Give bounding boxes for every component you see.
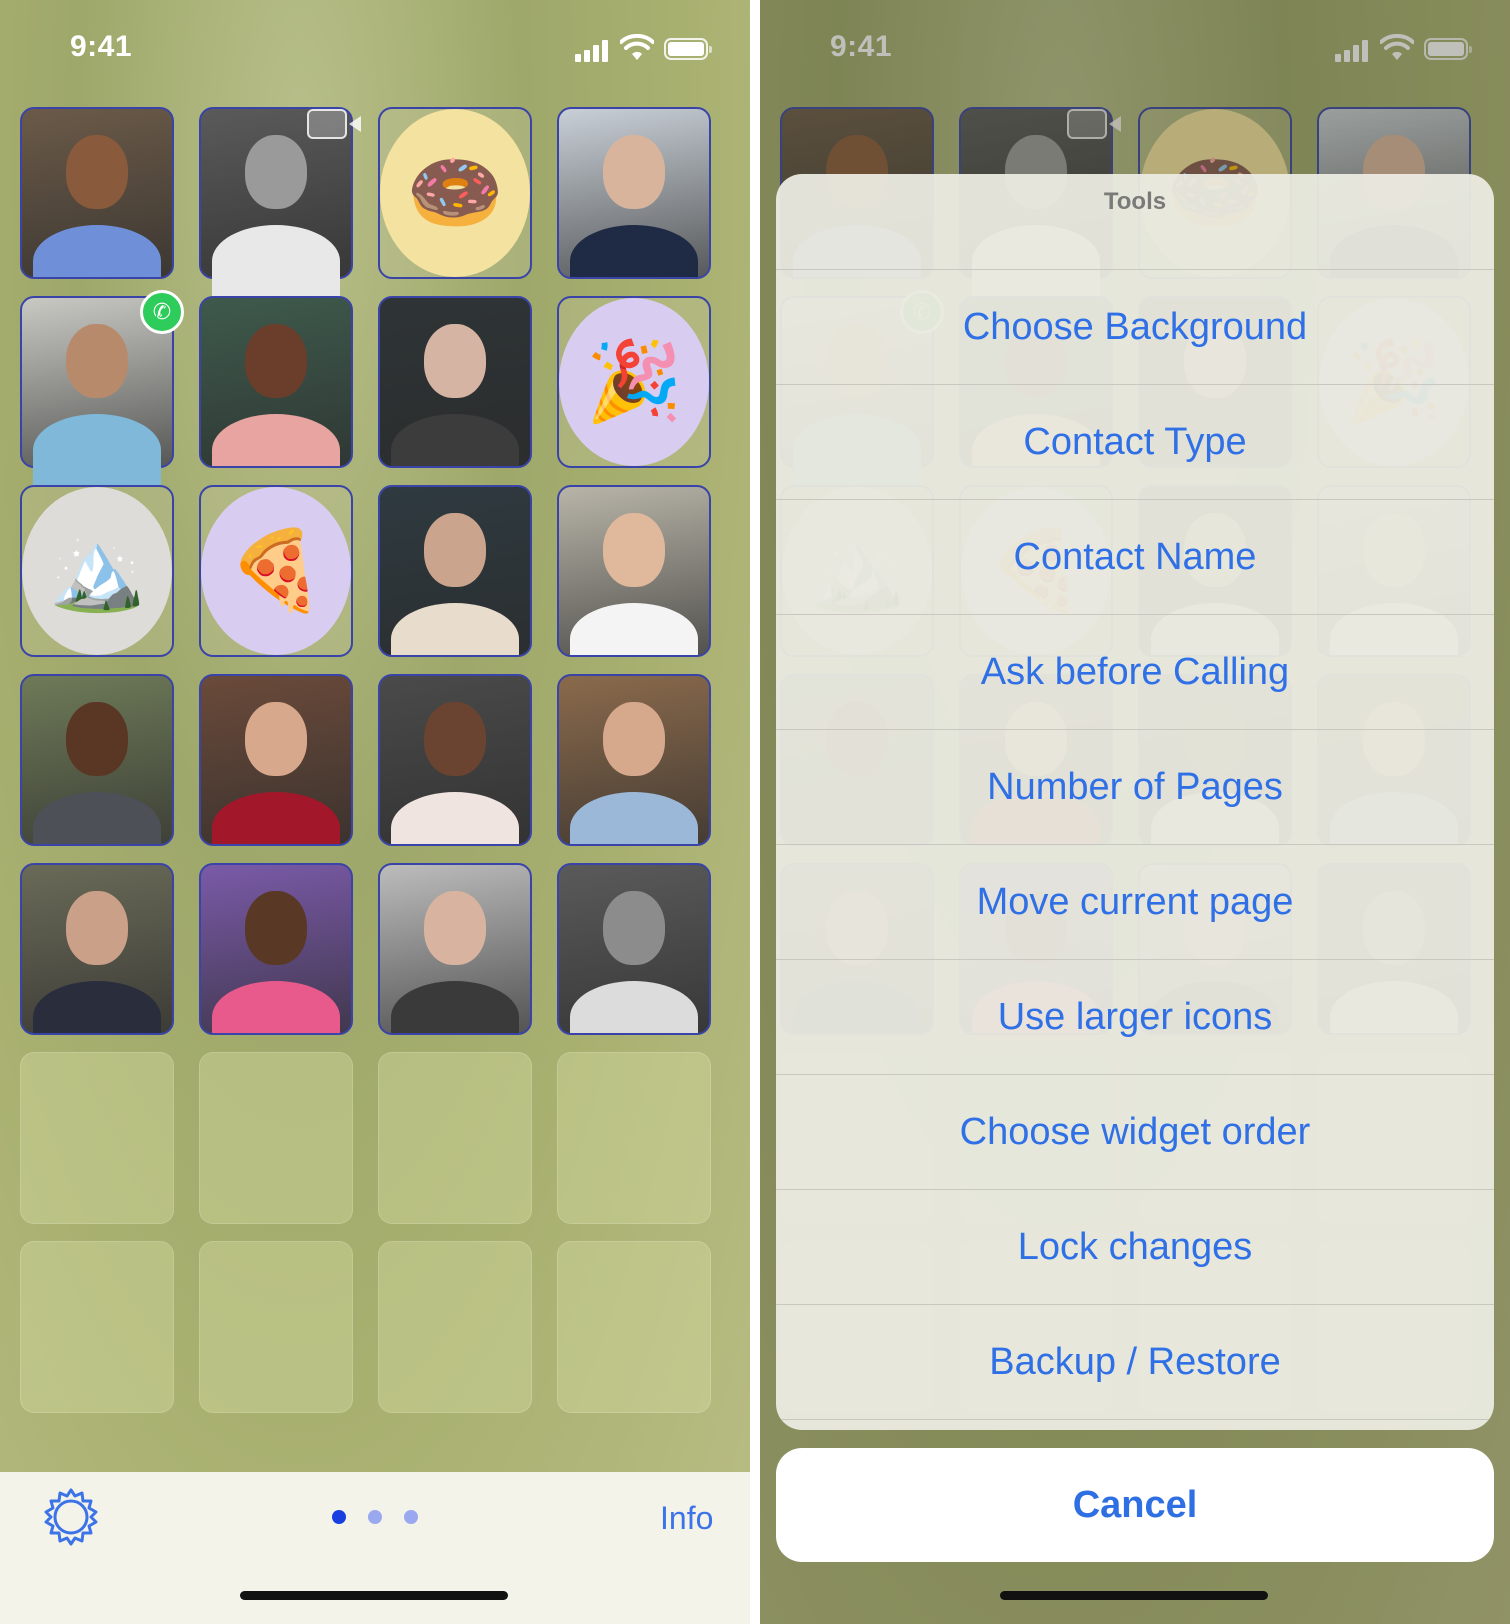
page-dot-active[interactable] xyxy=(332,1510,346,1524)
contact-avatar-body xyxy=(570,225,698,277)
contact-avatar-body xyxy=(212,414,340,466)
contact-avatar-body xyxy=(33,981,161,1033)
contact-photo-tile[interactable] xyxy=(378,485,532,657)
empty-slot-tile[interactable] xyxy=(378,1052,532,1224)
contact-photo-tile[interactable] xyxy=(557,674,711,846)
contact-emoji-tile[interactable]: 🍕 xyxy=(199,485,353,657)
contact-avatar-face xyxy=(66,891,128,965)
action-sheet-item[interactable]: Lock changes xyxy=(776,1190,1494,1305)
tools-screen: 9:41 🍩✆🎉🏔️🍕 Tools Choose BackgroundConta… xyxy=(760,0,1510,1624)
contacts-grid: 🍩 ✆ 🎉 🏔️ 🍕 xyxy=(20,107,732,1457)
contact-photo-tile[interactable] xyxy=(199,296,353,468)
contact-avatar-face xyxy=(603,135,665,209)
emoji-avatar: 🍩 xyxy=(380,109,530,277)
action-sheet-item[interactable]: Backup / Restore xyxy=(776,1305,1494,1420)
empty-slot-tile[interactable] xyxy=(199,1241,353,1413)
empty-slot-tile[interactable] xyxy=(20,1052,174,1224)
contact-avatar-body xyxy=(391,603,519,655)
contact-avatar-face xyxy=(603,702,665,776)
contact-avatar-face xyxy=(424,324,486,398)
contact-photo-tile[interactable] xyxy=(199,107,361,297)
contact-avatar-face xyxy=(245,324,307,398)
contact-photo-tile[interactable] xyxy=(20,863,174,1035)
action-sheet-items: Choose Background Contact Type Contact Nam… xyxy=(776,270,1494,1420)
contact-avatar-body xyxy=(212,792,340,844)
whatsapp-icon: ✆ xyxy=(140,290,184,334)
action-sheet-item[interactable]: Number of Pages xyxy=(776,730,1494,845)
contact-avatar-face xyxy=(424,702,486,776)
contact-avatar-body xyxy=(33,792,161,844)
contact-photo-tile[interactable] xyxy=(378,674,532,846)
contact-photo-tile[interactable] xyxy=(20,107,174,279)
cellular-signal-icon xyxy=(575,38,613,62)
contact-photo-tile[interactable] xyxy=(378,296,532,468)
empty-slot-tile[interactable] xyxy=(199,1052,353,1224)
status-bar: 9:41 xyxy=(0,0,750,100)
empty-slot-tile[interactable] xyxy=(378,1241,532,1413)
contact-emoji-tile[interactable]: 🎉 xyxy=(557,296,711,468)
contact-avatar-body xyxy=(391,792,519,844)
page-dot[interactable] xyxy=(368,1510,382,1524)
emoji-avatar: 🍕 xyxy=(201,487,351,655)
contact-photo-tile[interactable] xyxy=(557,485,711,657)
contact-avatar-face xyxy=(245,135,307,209)
wifi-icon xyxy=(620,34,654,60)
action-sheet-item[interactable]: Choose Background xyxy=(776,270,1494,385)
cancel-button[interactable]: Cancel xyxy=(776,1448,1494,1562)
contact-photo-tile[interactable]: ✆ xyxy=(20,290,184,486)
empty-slot-tile[interactable] xyxy=(557,1052,711,1224)
contact-avatar-body xyxy=(570,981,698,1033)
battery-icon xyxy=(664,38,712,60)
action-sheet-item[interactable]: Use larger icons xyxy=(776,960,1494,1075)
action-sheet-title: Tools xyxy=(776,174,1494,270)
contact-emoji-tile[interactable]: 🏔️ xyxy=(20,485,174,657)
home-indicator xyxy=(1000,1591,1268,1600)
action-sheet-item[interactable]: Choose widget order xyxy=(776,1075,1494,1190)
contact-avatar-body xyxy=(391,981,519,1033)
status-time: 9:41 xyxy=(70,30,133,63)
page-dot[interactable] xyxy=(404,1510,418,1524)
contact-avatar-body xyxy=(570,603,698,655)
tools-action-sheet: Tools Choose Background Contact Type Conta… xyxy=(776,174,1494,1430)
contact-photo-tile[interactable] xyxy=(199,863,353,1035)
emoji-avatar: 🎉 xyxy=(559,298,709,466)
home-indicator xyxy=(240,1591,508,1600)
video-camera-icon xyxy=(307,109,361,139)
contact-avatar-face xyxy=(245,702,307,776)
contact-avatar-body xyxy=(33,225,161,277)
contact-avatar-face xyxy=(603,513,665,587)
contact-avatar-face xyxy=(66,702,128,776)
contact-avatar-body xyxy=(33,414,161,486)
action-sheet-item[interactable]: Ask before Calling xyxy=(776,615,1494,730)
contact-emoji-tile[interactable]: 🍩 xyxy=(378,107,532,279)
home-screen: 9:41 🍩 ✆ 🎉 🏔️ 🍕 Info xyxy=(0,0,750,1624)
action-sheet-item[interactable]: Move current page xyxy=(776,845,1494,960)
emoji-avatar: 🏔️ xyxy=(22,487,172,655)
contact-avatar-face xyxy=(424,513,486,587)
gear-icon[interactable] xyxy=(40,1486,102,1548)
page-indicator[interactable] xyxy=(332,1510,440,1529)
contact-avatar-face xyxy=(245,891,307,965)
contact-photo-tile[interactable] xyxy=(557,107,711,279)
contact-photo-tile[interactable] xyxy=(378,863,532,1035)
info-button[interactable]: Info xyxy=(660,1500,713,1537)
contact-photo-tile[interactable] xyxy=(20,674,174,846)
bottom-toolbar xyxy=(0,1472,750,1624)
action-sheet-item[interactable]: Contact Name xyxy=(776,500,1494,615)
action-sheet-item[interactable]: Contact Type xyxy=(776,385,1494,500)
contact-avatar-body xyxy=(212,225,340,297)
contact-avatar-body xyxy=(212,981,340,1033)
contact-avatar-face xyxy=(603,891,665,965)
contact-avatar-face xyxy=(424,891,486,965)
contact-photo-tile[interactable] xyxy=(199,674,353,846)
empty-slot-tile[interactable] xyxy=(557,1241,711,1413)
contact-avatar-body xyxy=(570,792,698,844)
contact-photo-tile[interactable] xyxy=(557,863,711,1035)
empty-slot-tile[interactable] xyxy=(20,1241,174,1413)
contact-avatar-face xyxy=(66,324,128,398)
contact-avatar-body xyxy=(391,414,519,466)
contact-avatar-face xyxy=(66,135,128,209)
